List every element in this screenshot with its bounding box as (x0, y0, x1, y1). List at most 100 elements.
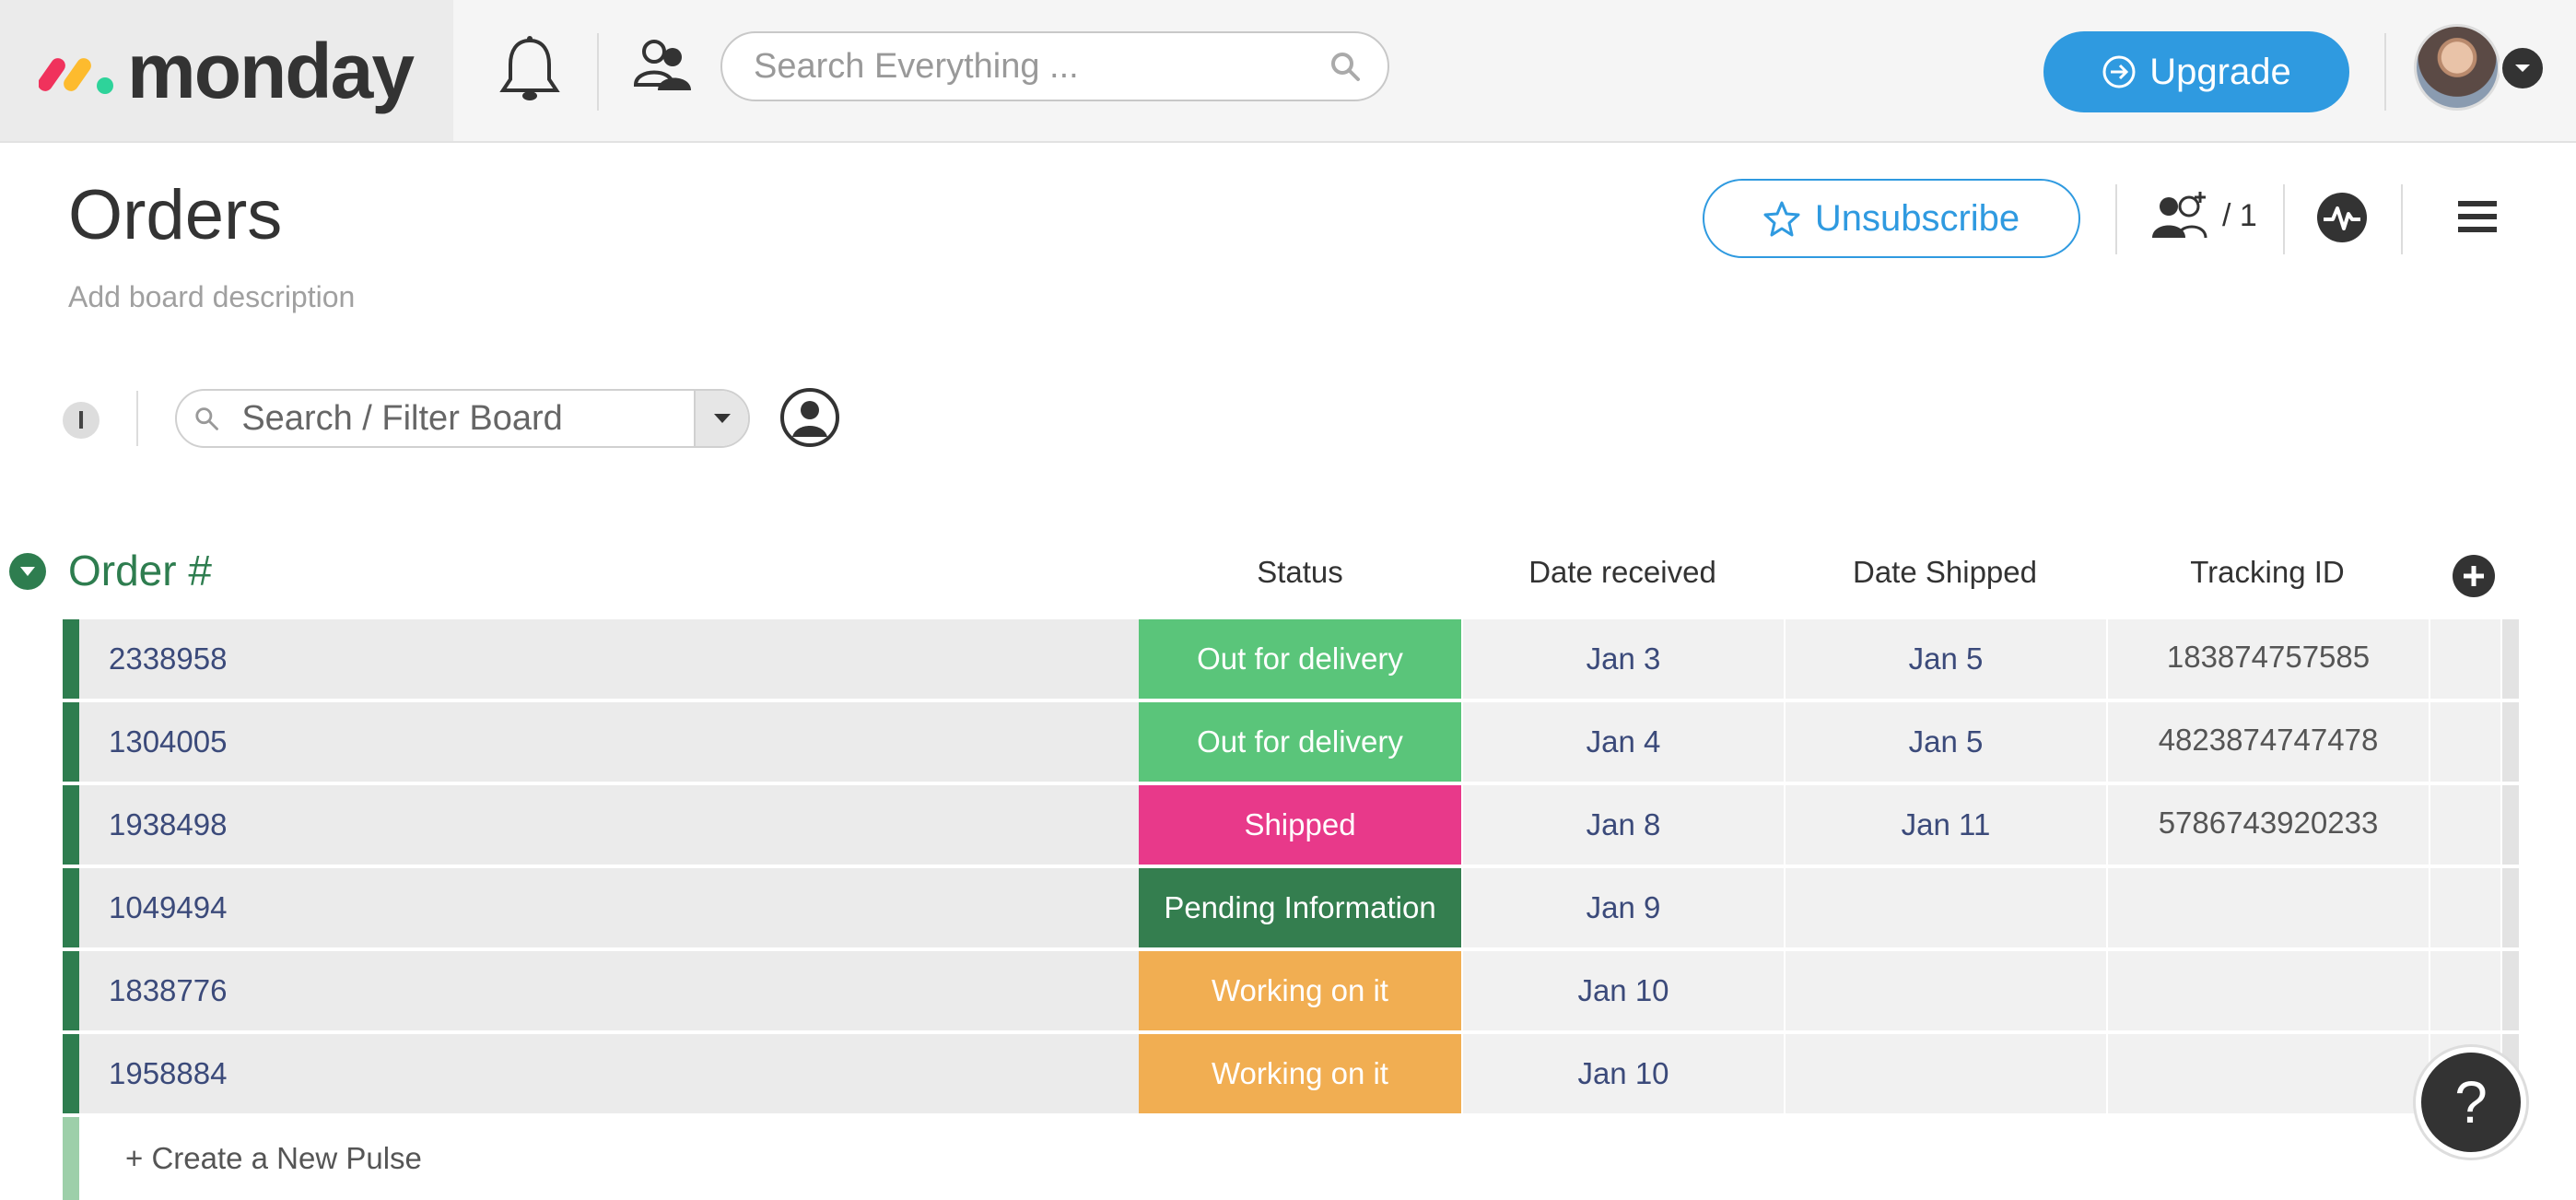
pulse-name[interactable]: 1049494 (79, 868, 1139, 947)
group-title[interactable]: Order # (68, 546, 212, 595)
pulse-name[interactable]: 1938498 (79, 785, 1139, 865)
date-shipped-cell[interactable]: Jan 5 (1784, 619, 2106, 699)
pulse-name[interactable]: 1838776 (79, 951, 1139, 1030)
board-filter-input[interactable] (240, 397, 695, 440)
column-header-tracking-id[interactable]: Tracking ID (2106, 555, 2429, 590)
group-collapse-toggle[interactable] (9, 553, 46, 590)
search-icon[interactable] (1329, 50, 1362, 83)
add-column-button[interactable] (2453, 555, 2495, 597)
tracking-id-cell[interactable]: 183874757585 (2106, 619, 2429, 699)
date-received-cell[interactable]: Jan 4 (1461, 702, 1784, 782)
group-color-bar (63, 951, 79, 1030)
board-title[interactable]: Orders (68, 181, 282, 251)
filter-dropdown-button[interactable] (694, 391, 748, 446)
divider (2384, 33, 2386, 111)
date-shipped-cell[interactable] (1784, 951, 2106, 1030)
tracking-id-cell[interactable] (2106, 951, 2429, 1030)
chevron-down-icon (20, 567, 35, 576)
monday-logo-icon (39, 57, 113, 94)
date-received-cell[interactable]: Jan 10 (1461, 1034, 1784, 1113)
date-received-cell[interactable]: Jan 3 (1461, 619, 1784, 699)
star-icon (1763, 201, 1800, 237)
status-cell[interactable]: Working on it (1139, 951, 1461, 1030)
row-edge (2500, 619, 2519, 699)
board-members-button[interactable]: / 1 (2149, 188, 2257, 243)
global-search-input[interactable] (752, 45, 1329, 88)
empty-cell[interactable] (2429, 619, 2500, 699)
table-row[interactable]: 2338958 Out for delivery Jan 3 Jan 5 1838747… (63, 619, 2519, 699)
create-pulse-label[interactable]: + Create a New Pulse (79, 1117, 422, 1200)
group-color-bar (63, 868, 79, 947)
empty-cell[interactable] (2429, 868, 2500, 947)
table-row[interactable]: 1938498 Shipped Jan 8 Jan 11 5786743920233 (63, 785, 2519, 865)
help-button[interactable]: ? (2416, 1047, 2526, 1158)
divider (2401, 184, 2403, 254)
notifications-bell-icon[interactable] (498, 33, 562, 105)
column-header-date-received[interactable]: Date received (1461, 555, 1784, 590)
board-description[interactable]: Add board description (68, 280, 355, 314)
hamburger-menu-icon[interactable] (2458, 199, 2497, 234)
empty-cell[interactable] (2429, 785, 2500, 865)
unsubscribe-label: Unsubscribe (1814, 197, 2020, 239)
date-received-cell[interactable]: Jan 9 (1461, 868, 1784, 947)
table-row[interactable]: 1958884 Working on it Jan 10 (63, 1034, 2519, 1113)
date-shipped-cell[interactable] (1784, 1034, 2106, 1113)
chevron-down-icon (2515, 65, 2530, 72)
empty-cell[interactable] (2429, 702, 2500, 782)
status-cell[interactable]: Pending Information (1139, 868, 1461, 947)
plus-icon (2464, 566, 2484, 586)
date-shipped-cell[interactable]: Jan 11 (1784, 785, 2106, 865)
unsubscribe-button[interactable]: Unsubscribe (1703, 179, 2080, 258)
group-color-bar (63, 1117, 79, 1200)
invite-people-icon[interactable] (630, 31, 695, 96)
upgrade-button[interactable]: Upgrade (2043, 31, 2349, 112)
chevron-down-icon (713, 414, 731, 423)
person-filter-icon[interactable] (779, 387, 840, 448)
account-menu-chevron-down-icon[interactable] (2499, 44, 2547, 92)
row-edge (2500, 951, 2519, 1030)
search-icon (195, 407, 218, 430)
upgrade-label: Upgrade (2149, 51, 2291, 92)
divider (597, 33, 599, 111)
divider (136, 391, 138, 446)
divider (2283, 184, 2285, 254)
status-cell[interactable]: Out for delivery (1139, 702, 1461, 782)
date-shipped-cell[interactable]: Jan 5 (1784, 702, 2106, 782)
tracking-id-cell[interactable]: 4823874747478 (2106, 702, 2429, 782)
divider (2115, 184, 2117, 254)
column-header-date-shipped[interactable]: Date Shipped (1784, 555, 2106, 590)
brand-name: monday (127, 27, 415, 114)
group-color-bar (63, 785, 79, 865)
group-color-bar (63, 702, 79, 782)
date-shipped-cell[interactable] (1784, 868, 2106, 947)
row-edge (2500, 785, 2519, 865)
members-add-icon (2152, 192, 2207, 239)
brand-logo[interactable]: monday (0, 0, 453, 141)
table-row[interactable]: 1838776 Working on it Jan 10 (63, 951, 2519, 1030)
status-cell[interactable]: Shipped (1139, 785, 1461, 865)
board-info-button[interactable]: I (63, 402, 100, 439)
pulse-name[interactable]: 1304005 (79, 702, 1139, 782)
tracking-id-cell[interactable] (2106, 868, 2429, 947)
date-received-cell[interactable]: Jan 8 (1461, 785, 1784, 865)
user-avatar[interactable] (2414, 24, 2500, 111)
board-filter[interactable] (175, 389, 750, 448)
status-cell[interactable]: Working on it (1139, 1034, 1461, 1113)
date-received-cell[interactable]: Jan 10 (1461, 951, 1784, 1030)
column-header-status[interactable]: Status (1139, 555, 1461, 590)
status-cell[interactable]: Out for delivery (1139, 619, 1461, 699)
create-pulse-row[interactable]: + Create a New Pulse (63, 1117, 2519, 1200)
pulse-name[interactable]: 1958884 (79, 1034, 1139, 1113)
pulse-name[interactable]: 2338958 (79, 619, 1139, 699)
table-row[interactable]: 1049494 Pending Information Jan 9 (63, 868, 2519, 947)
tracking-id-cell[interactable]: 5786743920233 (2106, 785, 2429, 865)
global-search[interactable] (720, 31, 1389, 101)
activity-pulse-icon[interactable] (2316, 192, 2368, 243)
top-bar: monday Upgrade (0, 0, 2576, 143)
group-color-bar (63, 1034, 79, 1113)
group-color-bar (63, 619, 79, 699)
empty-cell[interactable] (2429, 951, 2500, 1030)
row-edge (2500, 702, 2519, 782)
table-row[interactable]: 1304005 Out for delivery Jan 4 Jan 5 4823874… (63, 702, 2519, 782)
tracking-id-cell[interactable] (2106, 1034, 2429, 1113)
